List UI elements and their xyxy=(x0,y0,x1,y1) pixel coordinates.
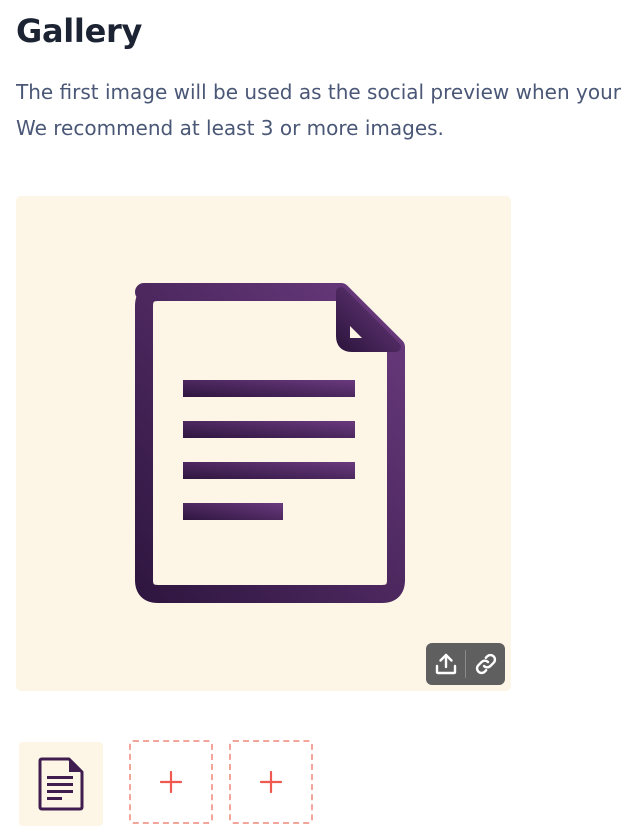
gallery-description: The first image will be used as the soci… xyxy=(16,74,638,146)
upload-button[interactable] xyxy=(426,643,465,685)
add-image-slot-2[interactable] xyxy=(229,740,313,824)
link-button[interactable] xyxy=(466,643,505,685)
upload-icon xyxy=(435,653,456,675)
add-image-slot-1[interactable] xyxy=(129,740,213,824)
image-toolbar xyxy=(426,643,505,685)
plus-icon xyxy=(160,771,182,793)
plus-icon xyxy=(260,771,282,793)
gallery-description-line-2: We recommend at least 3 or more images. xyxy=(16,116,444,140)
gallery-title: Gallery xyxy=(16,12,143,50)
gallery-description-line-1: The first image will be used as the soci… xyxy=(16,80,621,104)
document-icon xyxy=(38,757,84,811)
main-image-preview[interactable] xyxy=(16,196,511,691)
document-icon xyxy=(135,283,405,603)
thumbnail-1[interactable] xyxy=(19,742,103,826)
link-icon xyxy=(475,653,496,675)
